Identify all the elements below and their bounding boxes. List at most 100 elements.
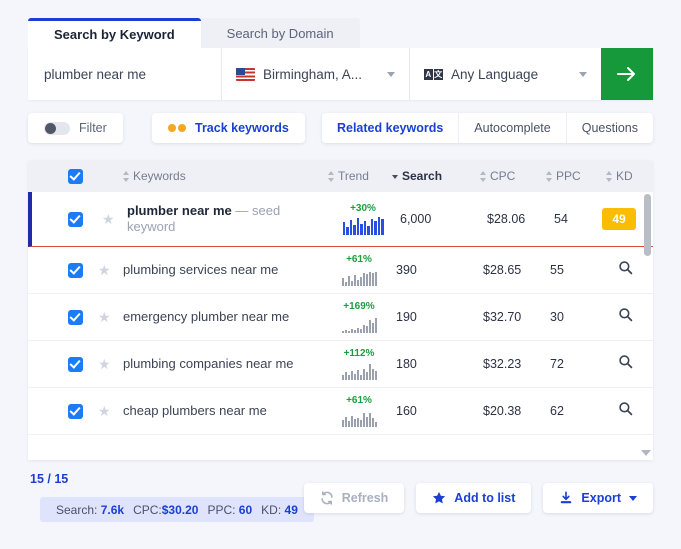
column-label: PPC [556, 169, 581, 183]
trend-sparkline [328, 409, 390, 427]
keywords-table: Keywords Trend Search CPC PPC KD ★ plumb… [28, 160, 653, 460]
column-header-search[interactable]: Search [392, 169, 442, 183]
segment-label: Questions [581, 121, 638, 135]
cpc-cell: $20.38 [483, 404, 522, 418]
sort-icon [480, 170, 487, 182]
favorite-star-icon[interactable]: ★ [98, 262, 111, 279]
binoculars-icon [168, 124, 186, 132]
export-button[interactable]: Export [543, 483, 653, 513]
trend-cell: +169% [328, 301, 390, 333]
row-checkbox[interactable] [68, 211, 83, 227]
select-all-checkbox[interactable] [68, 168, 83, 184]
table-scrollbar-thumb[interactable] [644, 194, 651, 256]
favorite-star-icon[interactable]: ★ [98, 356, 111, 373]
cpc-cell: $32.23 [483, 357, 522, 371]
row-checkbox[interactable] [68, 262, 83, 278]
stat-ppc-label: PPC: [207, 502, 236, 517]
trend-cell: +61% [328, 254, 390, 286]
sort-icon [123, 170, 130, 182]
summary-stats-pill: Search: 7.6k CPC:$30.20 PPC: 60 KD: 49 [40, 497, 314, 522]
trend-sparkline [328, 362, 390, 380]
ppc-cell: 55 [550, 263, 564, 277]
magnifier-icon[interactable] [618, 260, 633, 280]
keyword-cell: emergency plumber near me [123, 309, 290, 324]
refresh-button[interactable]: Refresh [303, 483, 405, 513]
trend-percent: +169% [343, 301, 375, 312]
column-header-trend[interactable]: Trend [328, 169, 369, 183]
tab-search-by-keyword[interactable]: Search by Keyword [28, 18, 201, 48]
table-row[interactable]: ★ plumbing services near me +61% 390 $28.65 5… [28, 247, 653, 294]
stat-cpc: CPC:$30.20 [133, 503, 198, 517]
ppc-cell: 30 [550, 310, 564, 324]
segment-questions[interactable]: Questions [565, 113, 653, 143]
column-label: Search [402, 169, 443, 183]
filter-toggle-button[interactable]: Filter [28, 113, 123, 143]
stat-cpc-label: CPC: [133, 502, 162, 517]
table-row[interactable]: ★ emergency plumber near me +169% 190 $32.70… [28, 294, 653, 341]
language-label: Any Language [451, 66, 539, 82]
favorite-star-icon[interactable]: ★ [98, 309, 111, 326]
favorite-star-icon[interactable]: ★ [102, 211, 115, 228]
trend-sparkline [332, 217, 394, 235]
magnifier-icon[interactable] [618, 354, 633, 374]
trend-percent: +112% [343, 348, 375, 359]
search-volume-cell: 190 [396, 310, 417, 324]
scroll-down-arrow-icon[interactable] [641, 450, 651, 456]
column-label: Keywords [133, 169, 186, 183]
trend-cell: +61% [328, 395, 390, 427]
stat-kd-label: KD: [261, 502, 282, 517]
download-icon [561, 491, 572, 504]
ppc-cell: 72 [550, 357, 564, 371]
row-checkbox[interactable] [68, 356, 83, 372]
footer-actions: Refresh Add to list Export [303, 483, 653, 513]
table-header-row: Keywords Trend Search CPC PPC KD [28, 160, 653, 192]
search-submit-button[interactable] [601, 48, 653, 100]
sort-desc-icon [392, 171, 399, 182]
ppc-cell: 62 [550, 404, 564, 418]
favorite-star-icon[interactable]: ★ [98, 403, 111, 420]
row-checkbox[interactable] [68, 309, 83, 325]
refresh-icon [321, 491, 333, 505]
kd-badge: 49 [602, 208, 636, 230]
row-checkbox[interactable] [68, 403, 83, 419]
filter-label: Filter [79, 121, 107, 135]
stat-kd: KD: 49 [261, 503, 298, 517]
tab-label: Search by Keyword [54, 27, 175, 42]
stat-ppc-value: 60 [238, 502, 253, 517]
tab-search-by-domain[interactable]: Search by Domain [200, 18, 360, 48]
stat-search-value: 7.6k [100, 502, 125, 517]
translate-icon: A文 [424, 68, 443, 80]
column-header-cpc[interactable]: CPC [480, 169, 515, 183]
location-selector[interactable]: Birmingham, A... [221, 48, 409, 100]
chevron-down-icon [387, 72, 395, 77]
table-row[interactable]: ★ cheap plumbers near me +61% 160 $20.38 62 [28, 388, 653, 435]
column-header-ppc[interactable]: PPC [546, 169, 581, 183]
keyword-cell: plumber near me — seed keyword [127, 203, 281, 234]
track-keywords-button[interactable]: Track keywords [152, 113, 305, 143]
stat-search-label: Search: [56, 502, 98, 517]
stat-ppc: PPC: 60 [207, 503, 252, 517]
magnifier-icon[interactable] [618, 401, 633, 421]
add-to-list-button[interactable]: Add to list [416, 483, 532, 513]
table-row[interactable]: ★ plumber near me — seed keyword +30% 6,000… [28, 192, 653, 247]
keyword-input[interactable] [28, 48, 221, 100]
magnifier-icon[interactable] [618, 307, 633, 327]
segment-label: Related keywords [336, 121, 444, 135]
table-row[interactable]: ★ plumbing companies near me +112% 180 $32.2… [28, 341, 653, 388]
cpc-cell: $28.06 [487, 212, 526, 226]
column-header-kd[interactable]: KD [606, 169, 633, 183]
search-volume-cell: 180 [396, 357, 417, 371]
language-selector[interactable]: A文 Any Language [409, 48, 601, 100]
segment-autocomplete[interactable]: Autocomplete [458, 113, 565, 143]
export-label: Export [581, 491, 621, 505]
cpc-cell: $32.70 [483, 310, 522, 324]
chevron-down-icon [629, 495, 637, 501]
trend-percent: +61% [346, 395, 372, 406]
trend-cell: +30% [332, 203, 394, 235]
keyword-cell: plumbing services near me [123, 262, 279, 277]
segment-related-keywords[interactable]: Related keywords [322, 113, 458, 143]
search-bar: Birmingham, A... A文 Any Language [28, 48, 653, 100]
trend-sparkline [328, 268, 390, 286]
column-header-keywords[interactable]: Keywords [123, 169, 186, 183]
kd-cell: 49 [602, 208, 636, 230]
